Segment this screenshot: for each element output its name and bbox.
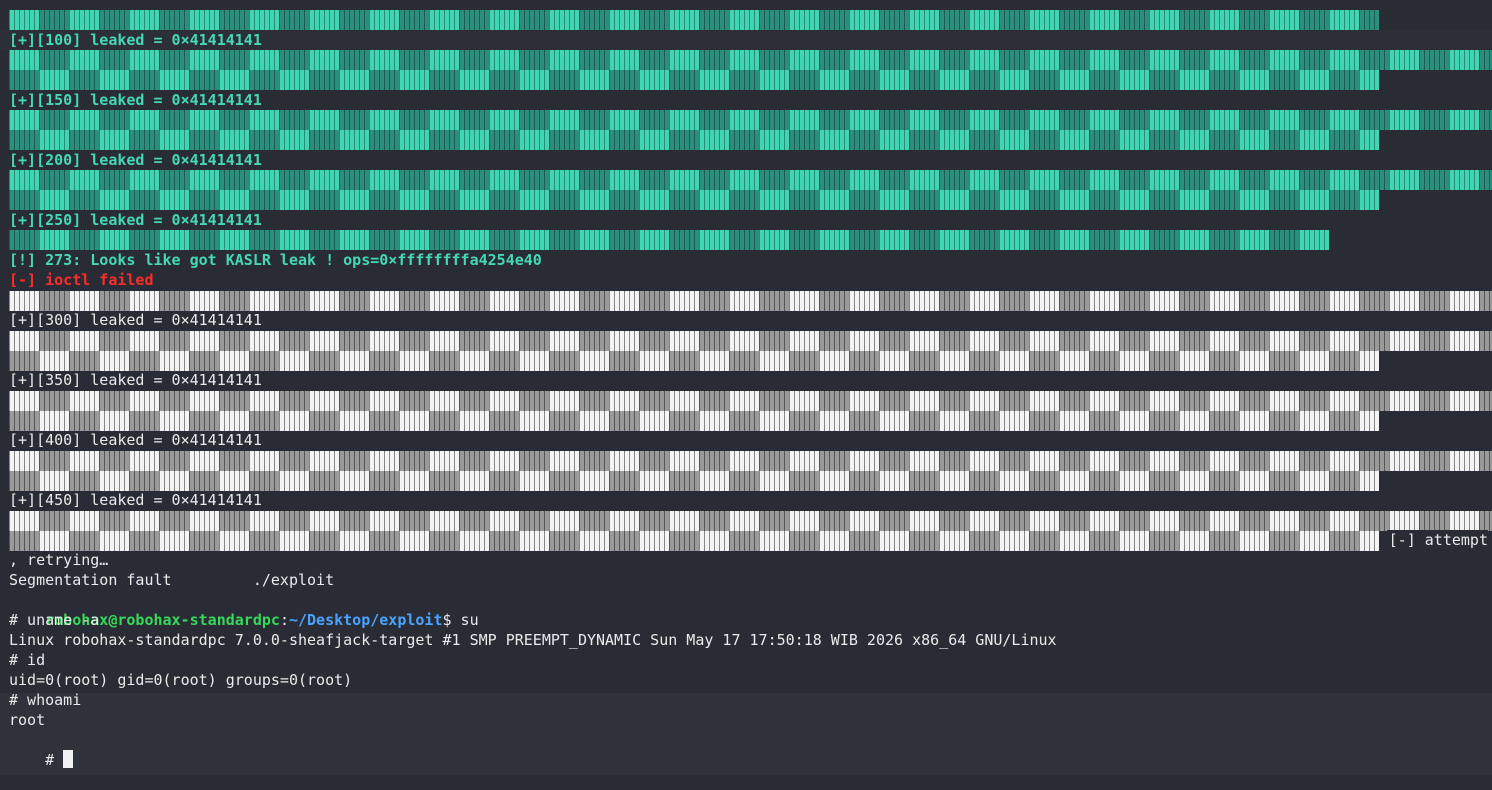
prompt-path: ~/Desktop/exploit — [288, 611, 443, 629]
progress-bar — [9, 230, 1329, 250]
progress-bar — [9, 50, 1492, 70]
leak-line: [+][250] leaked = 0×41414141 — [9, 211, 262, 229]
terminal-output[interactable]: [+][100] leaked = 0×41414141 [+][150] le… — [0, 0, 1492, 775]
prompt-symbol: $ — [442, 611, 452, 629]
block-cursor-icon — [63, 750, 74, 768]
root-command: # id — [9, 651, 46, 669]
progress-bar — [9, 190, 1379, 210]
progress-bar — [9, 511, 1492, 531]
uname-output: Linux robohax-standardpc 7.0.0-sheafjack… — [9, 631, 1057, 649]
leak-line: [+][400] leaked = 0×41414141 — [9, 431, 262, 449]
leak-line: [+][450] leaked = 0×41414141 — [9, 491, 262, 509]
progress-bar — [9, 130, 1379, 150]
root-prompt-symbol: # — [45, 751, 64, 769]
progress-bar — [9, 10, 1379, 30]
segfault-line: Segmentation fault ./exploit — [9, 571, 335, 589]
progress-bar — [9, 411, 1379, 431]
progress-bar — [9, 110, 1492, 130]
progress-bar — [9, 351, 1379, 371]
progress-bar — [9, 531, 1379, 551]
attempt-label: [-] attempt — [1386, 530, 1488, 550]
progress-bar — [9, 331, 1492, 351]
whoami-output: root — [9, 711, 46, 729]
prompt-separator: : — [279, 611, 289, 629]
id-output: uid=0(root) gid=0(root) groups=0(root) — [9, 671, 353, 689]
root-prompt[interactable]: # — [9, 730, 74, 769]
progress-bar — [9, 471, 1379, 491]
progress-bar — [9, 451, 1492, 471]
leak-line: [+][150] leaked = 0×41414141 — [9, 91, 262, 109]
leak-line: [+][300] leaked = 0×41414141 — [9, 311, 262, 329]
leak-line: [+][200] leaked = 0×41414141 — [9, 151, 262, 169]
retrying-line: , retrying… — [9, 551, 109, 569]
prompt-command: su — [451, 611, 479, 629]
kaslr-leak-line: [!] 273: Looks like got KASLR leak ! ops… — [9, 251, 542, 269]
progress-bar — [9, 70, 1379, 90]
root-command: # whoami — [9, 691, 82, 709]
shell-prompt: robohax@robohax-standardpc:~/Desktop/exp… — [9, 590, 479, 629]
ioctl-error-line: [-] ioctl failed — [9, 271, 154, 289]
leak-line: [+][350] leaked = 0×41414141 — [9, 371, 262, 389]
leak-line: [+][100] leaked = 0×41414141 — [9, 31, 262, 49]
progress-bar — [9, 170, 1492, 190]
progress-bar — [9, 391, 1492, 411]
root-command: # uname -a — [9, 611, 100, 629]
progress-bar — [9, 291, 1492, 311]
